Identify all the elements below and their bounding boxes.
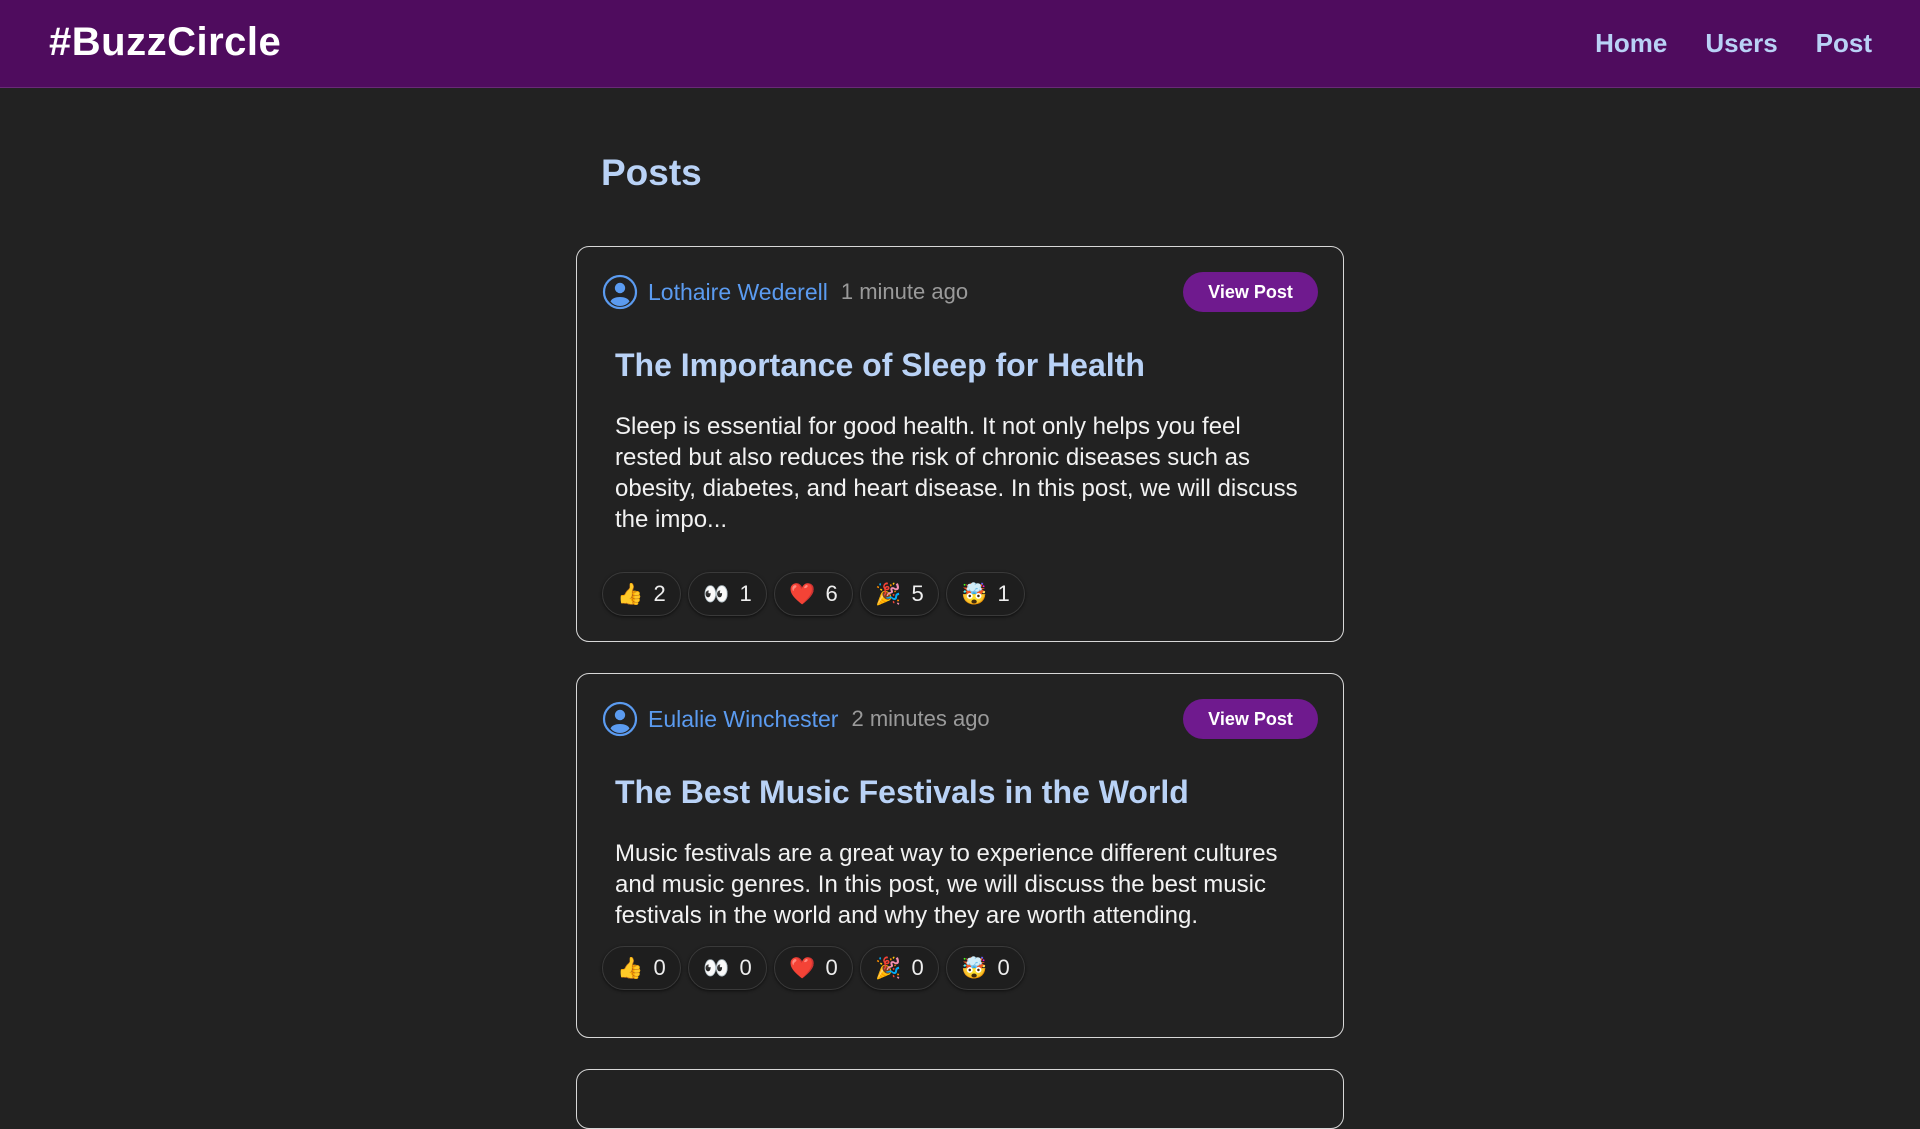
reaction-eyes-button[interactable]: 👀 1 xyxy=(688,572,767,616)
reaction-bar: 👍 0 👀 0 ❤️ 0 🎉 0 🤯 0 xyxy=(602,946,1025,990)
reaction-count: 5 xyxy=(911,581,924,606)
eyes-icon: 👀 xyxy=(703,581,730,606)
reaction-count: 6 xyxy=(825,581,838,606)
thumbs-up-icon: 👍 xyxy=(617,581,644,606)
thumbs-up-icon: 👍 xyxy=(617,955,644,980)
user-circle-icon xyxy=(602,274,638,310)
reaction-heart-button[interactable]: ❤️ 0 xyxy=(774,946,853,990)
reaction-count: 0 xyxy=(739,955,752,980)
nav-link-post[interactable]: Post xyxy=(1816,28,1872,59)
reaction-count: 2 xyxy=(653,581,666,606)
author-link[interactable]: Lothaire Wederell xyxy=(648,279,828,306)
reaction-count: 0 xyxy=(653,955,666,980)
post-title: The Importance of Sleep for Health xyxy=(615,347,1145,383)
eyes-icon: 👀 xyxy=(703,955,730,980)
mind-blown-icon: 🤯 xyxy=(961,955,988,980)
reaction-count: 0 xyxy=(825,955,838,980)
party-popper-icon: 🎉 xyxy=(875,581,902,606)
author-link[interactable]: Eulalie Winchester xyxy=(648,706,838,733)
reaction-count: 1 xyxy=(739,581,752,606)
heart-icon: ❤️ xyxy=(789,581,816,606)
reaction-mind-blown-button[interactable]: 🤯 0 xyxy=(946,946,1025,990)
nav-link-home[interactable]: Home xyxy=(1595,28,1667,59)
reaction-count: 0 xyxy=(911,955,924,980)
user-circle-icon xyxy=(602,701,638,737)
reaction-party-popper-button[interactable]: 🎉 5 xyxy=(860,572,939,616)
page-title: Posts xyxy=(601,152,702,193)
view-post-button[interactable]: View Post xyxy=(1183,699,1318,739)
post-card: Eulalie Winchester 2 minutes ago View Po… xyxy=(576,673,1344,1038)
party-popper-icon: 🎉 xyxy=(875,955,902,980)
reaction-heart-button[interactable]: ❤️ 6 xyxy=(774,572,853,616)
post-excerpt: Sleep is essential for good health. It n… xyxy=(615,413,1298,533)
post-card-partial xyxy=(576,1069,1344,1129)
post-header: Eulalie Winchester 2 minutes ago View Po… xyxy=(602,699,1318,739)
post-timestamp: 2 minutes ago xyxy=(851,706,990,731)
post-excerpt: Music festivals are a great way to exper… xyxy=(615,840,1278,929)
reaction-thumbs-up-button[interactable]: 👍 2 xyxy=(602,572,681,616)
reaction-bar: 👍 2 👀 1 ❤️ 6 🎉 5 🤯 1 xyxy=(602,572,1025,616)
top-navbar: #BuzzCircle Home Users Post xyxy=(0,0,1920,88)
reaction-party-popper-button[interactable]: 🎉 0 xyxy=(860,946,939,990)
reaction-count: 0 xyxy=(997,955,1010,980)
main-nav: Home Users Post xyxy=(1595,28,1872,59)
reaction-thumbs-up-button[interactable]: 👍 0 xyxy=(602,946,681,990)
brand-logo[interactable]: #BuzzCircle xyxy=(49,20,281,65)
mind-blown-icon: 🤯 xyxy=(961,581,988,606)
reaction-count: 1 xyxy=(997,581,1010,606)
post-card: Lothaire Wederell 1 minute ago View Post… xyxy=(576,246,1344,642)
nav-link-users[interactable]: Users xyxy=(1705,28,1777,59)
post-header: Lothaire Wederell 1 minute ago View Post xyxy=(602,272,1318,312)
reaction-mind-blown-button[interactable]: 🤯 1 xyxy=(946,572,1025,616)
reaction-eyes-button[interactable]: 👀 0 xyxy=(688,946,767,990)
heart-icon: ❤️ xyxy=(789,955,816,980)
post-title: The Best Music Festivals in the World xyxy=(615,774,1189,810)
post-timestamp: 1 minute ago xyxy=(840,279,969,304)
view-post-button[interactable]: View Post xyxy=(1183,272,1318,312)
